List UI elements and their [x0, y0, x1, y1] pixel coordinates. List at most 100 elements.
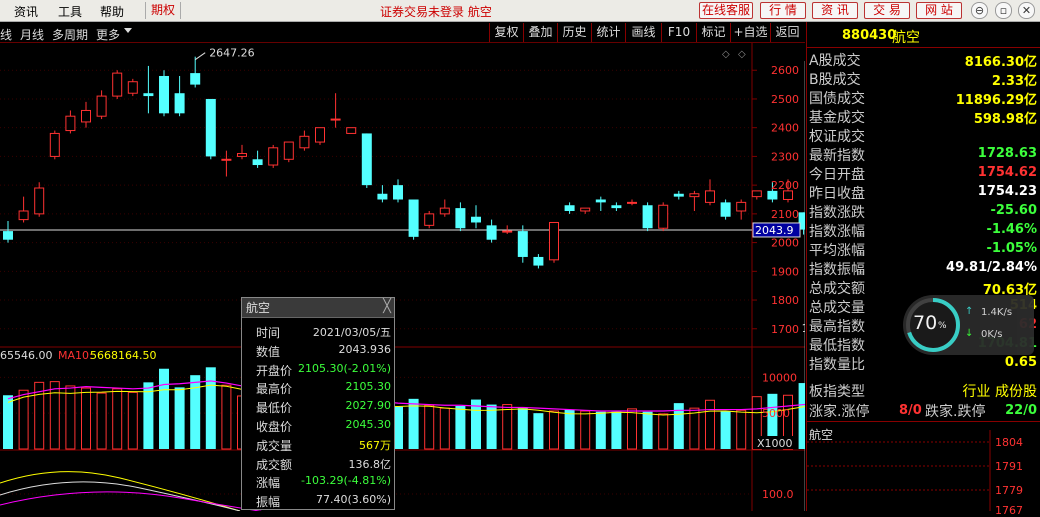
panel-row: 昨日收盘 1754.23 — [807, 182, 1040, 202]
volume-bar — [517, 408, 528, 449]
info-row-value: 2105.30 — [345, 380, 392, 394]
candle-body — [252, 159, 263, 166]
volume-bar — [143, 382, 154, 449]
candle-body — [564, 205, 575, 211]
info-row: 振幅 77.40(3.60%) — [242, 493, 394, 509]
close-icon[interactable]: ✕ — [1018, 2, 1035, 19]
tab-more[interactable]: 更多 — [96, 26, 120, 43]
close-icon[interactable]: ╳ — [383, 299, 391, 314]
price-tick-label: 1900 — [771, 265, 799, 278]
news-button[interactable]: 资 讯 — [812, 2, 858, 19]
candle-body — [455, 208, 466, 229]
volume-bar — [221, 384, 232, 450]
candle-body — [751, 190, 762, 198]
network-speed-widget[interactable]: 70 % ↑ 1.4K/s ↓ 0K/s — [903, 295, 1034, 355]
panel-row: 基金成交 598.98亿 — [807, 106, 1040, 127]
candle-body — [49, 132, 60, 157]
history-button[interactable]: 历史 — [557, 23, 591, 42]
quotes-button[interactable]: 行 情 — [760, 2, 806, 19]
panel-row: 指数涨幅 -1.46% — [807, 220, 1040, 240]
candle-body — [299, 135, 310, 149]
candle-body — [767, 190, 778, 200]
candle-body — [190, 73, 201, 85]
menu-tools[interactable]: 工具 — [58, 3, 82, 20]
candle-body — [549, 221, 559, 261]
volume-bar — [642, 411, 653, 449]
candle-body — [361, 133, 372, 186]
draw-button[interactable]: 画线 — [625, 23, 661, 42]
online-service-button[interactable]: 在线客服 — [699, 2, 753, 19]
volume-bar — [549, 410, 559, 450]
panel-row: 最新指数 1728.63 — [807, 144, 1040, 164]
menu-options[interactable]: 期权 — [145, 2, 182, 19]
info-row: 时间 2021/03/05/五 — [242, 324, 394, 340]
volume-bar — [595, 411, 606, 449]
menu-help[interactable]: 帮助 — [100, 3, 124, 20]
tab-monthly[interactable]: 月线 — [20, 26, 44, 43]
adjust-button[interactable]: 复权 — [489, 23, 523, 42]
candle-body — [611, 205, 622, 209]
limit-up-label: 涨家.涨停 — [809, 404, 870, 420]
add-watchlist-button[interactable]: +自选 — [730, 23, 770, 42]
candle-body — [502, 230, 513, 233]
panel-row-label: 总成交量 — [809, 300, 865, 316]
dropdown-arrow-icon[interactable] — [124, 28, 132, 33]
tab-line[interactable]: 线 — [0, 26, 12, 43]
min-price-label: 1702.27 — [802, 322, 805, 335]
index-name: 航空 — [892, 30, 920, 46]
mini-intraday-chart[interactable]: 航空 1804 1791 1779 1767 — [807, 422, 1040, 517]
info-row-label: 开盘价 — [256, 363, 293, 378]
index-code: 880430 — [842, 28, 897, 43]
price-tick-label: 1800 — [771, 294, 799, 307]
tab-multi-period[interactable]: 多周期 — [52, 26, 88, 43]
max-price-label: 2647.26 — [209, 47, 255, 60]
volume-bar — [720, 411, 731, 449]
info-row-value: 2043.936 — [338, 342, 392, 356]
candle-body — [112, 72, 123, 97]
mini-tick: 1779 — [995, 484, 1023, 497]
class-label: 板指类型 — [809, 384, 865, 400]
overlay-button[interactable]: 叠加 — [523, 23, 557, 42]
candle-body — [268, 147, 279, 166]
panel-row-label: 指数涨幅 — [809, 224, 865, 240]
info-row-value: -103.29(-4.81%) — [301, 474, 391, 488]
chart-option-icon: ◇ — [738, 49, 746, 60]
stats-button[interactable]: 统计 — [591, 23, 625, 42]
data-info-window[interactable]: 航空 ╳ 时间 2021/03/05/五 数值 2043.936 开盘价 2105.30(… — [241, 297, 395, 510]
candle-body — [237, 153, 247, 157]
info-row-value: 2021/03/05/五 — [312, 326, 391, 339]
website-button[interactable]: 网 站 — [916, 2, 962, 19]
volume-bar — [205, 367, 216, 449]
candle-body — [705, 190, 715, 203]
candle-body — [408, 199, 419, 237]
gauge-percent: 70 — [913, 312, 938, 334]
back-button[interactable]: 返回 — [770, 23, 804, 42]
mark-button[interactable]: 标记 — [696, 23, 730, 42]
info-row-label: 收盘价 — [256, 420, 293, 434]
kline-chart[interactable]: 2600 2500 2400 2300 2200 2100 2000 1900 1800 1700… — [0, 43, 805, 511]
price-tick-label: 2400 — [771, 122, 799, 135]
mini-tick: 1804 — [995, 436, 1023, 449]
volume-bar — [627, 408, 637, 450]
trade-button[interactable]: 交 易 — [864, 2, 910, 19]
f10-button[interactable]: F10 — [661, 23, 696, 42]
candle-body — [143, 93, 154, 97]
panel-row-label: A股成交 — [809, 53, 861, 69]
volume-bar — [3, 395, 13, 449]
menu-news[interactable]: 资讯 — [14, 3, 38, 20]
panel-row: B股成交 2.33亿 — [807, 68, 1040, 89]
panel-row-label: 最高指数 — [809, 319, 865, 335]
candle-body — [533, 256, 544, 266]
restore-icon[interactable]: ▫ — [995, 2, 1012, 19]
lower-tick-label: 100.0 — [762, 488, 794, 501]
info-row-value: 2105.30(-2.01%) — [298, 361, 391, 375]
candle-body — [486, 225, 497, 240]
info-row-label: 最低价 — [256, 401, 293, 416]
upload-arrow-icon: ↑ — [965, 306, 974, 317]
panel-row-value: 1728.63 — [977, 146, 1037, 161]
info-row-value: 2045.30 — [345, 418, 392, 431]
panel-row: 权证成交 — [807, 125, 1040, 145]
candle-body — [673, 193, 684, 197]
collapse-icon[interactable]: ⊖ — [971, 2, 988, 19]
panel-row-label: 总成交额 — [809, 281, 865, 297]
